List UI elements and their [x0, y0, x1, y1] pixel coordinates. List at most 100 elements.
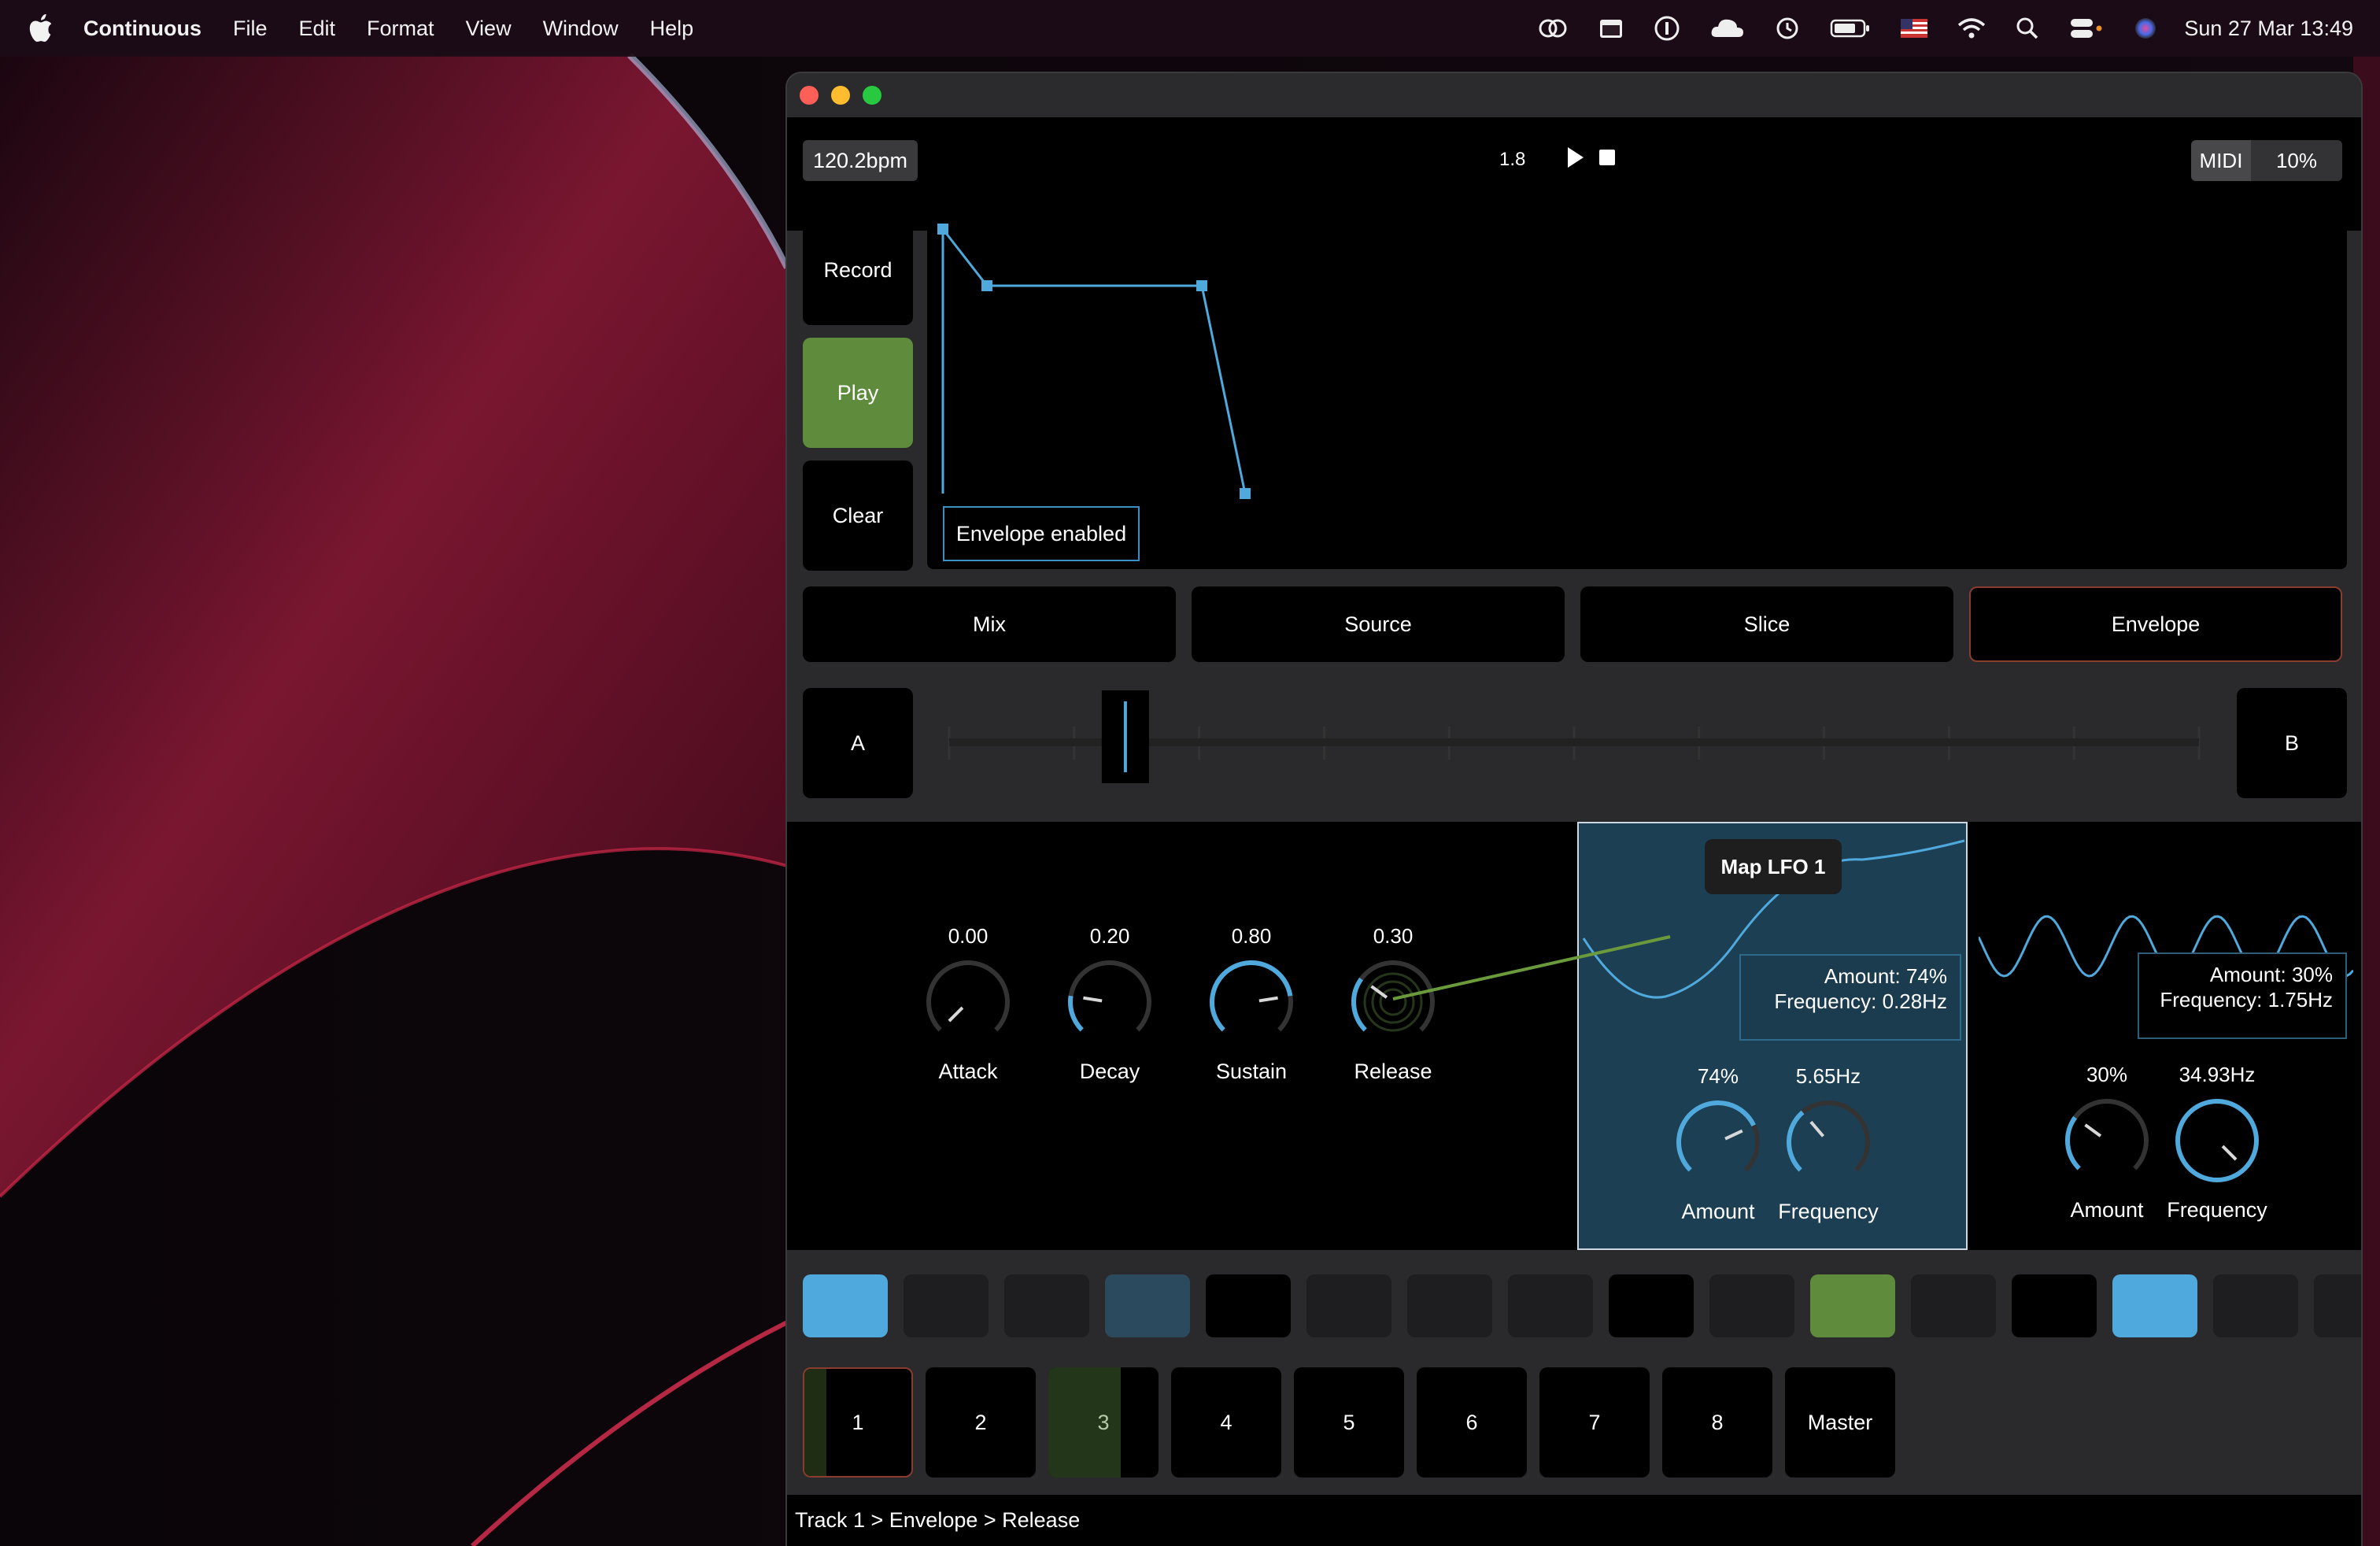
wifi-icon[interactable] — [1957, 17, 1986, 39]
menu-app-name[interactable]: Continuous — [83, 17, 201, 41]
knob-pointer — [2221, 1145, 2238, 1161]
decay-knob[interactable]: 0.20 Decay — [1059, 924, 1161, 1084]
zoom-window-button[interactable] — [863, 86, 881, 105]
lfo-1-amount-dial[interactable] — [1667, 1091, 1769, 1193]
lfo-2-readout: Amount: 30% Frequency: 1.75Hz — [2138, 952, 2347, 1039]
release-dial[interactable] — [1342, 951, 1444, 1053]
tab-mix[interactable]: Mix — [803, 586, 1176, 662]
close-window-button[interactable] — [800, 86, 819, 105]
attack-value: 0.00 — [948, 924, 989, 948]
envelope-status-toggle[interactable]: Envelope enabled — [943, 506, 1140, 561]
menu-format[interactable]: Format — [367, 17, 434, 41]
envelope-editor[interactable]: Envelope enabled — [927, 215, 2347, 569]
time-machine-icon[interactable] — [1775, 16, 1800, 41]
menu-edit[interactable]: Edit — [298, 17, 335, 41]
lfo-1-frequency-dial[interactable] — [1777, 1091, 1879, 1193]
track-2-button[interactable]: 2 — [926, 1367, 1036, 1478]
sustain-dial[interactable] — [1200, 951, 1303, 1053]
stop-icon[interactable] — [1599, 150, 1615, 165]
step-pad-12[interactable] — [1911, 1274, 1996, 1337]
lfo-2-frequency-dial[interactable] — [2166, 1089, 2268, 1192]
track-7-button[interactable]: 7 — [1539, 1367, 1650, 1478]
master-track-button[interactable]: Master — [1785, 1367, 1895, 1478]
attack-knob[interactable]: 0.00 Attack — [917, 924, 1019, 1084]
envelope-node-decay[interactable] — [981, 280, 992, 291]
knob-pointer — [2084, 1123, 2102, 1137]
track-8-button[interactable]: 8 — [1662, 1367, 1772, 1478]
step-pad-14[interactable] — [2112, 1274, 2197, 1337]
step-pad-16[interactable] — [2314, 1274, 2361, 1337]
cloud-icon[interactable] — [1710, 17, 1745, 40]
track-1-button[interactable]: 1 — [803, 1367, 913, 1478]
sustain-knob[interactable]: 0.80 Sustain — [1200, 924, 1303, 1084]
attack-dial[interactable] — [917, 951, 1019, 1053]
calendar-icon[interactable] — [1598, 17, 1624, 39]
lfo-2-frequency-knob[interactable]: 34.93Hz Frequency — [2166, 1063, 2268, 1222]
lfo-2-frequency-readout: Frequency: 1.75Hz — [2160, 988, 2333, 1012]
step-pad-3[interactable] — [1004, 1274, 1089, 1337]
menu-clock[interactable]: Sun 27 Mar 13:49 — [2184, 17, 2353, 41]
step-pad-15[interactable] — [2213, 1274, 2298, 1337]
step-pad-2[interactable] — [904, 1274, 989, 1337]
apple-icon[interactable] — [28, 14, 54, 43]
track-7-label: 7 — [1588, 1410, 1601, 1434]
track-1-label: 1 — [852, 1410, 864, 1434]
menu-view[interactable]: View — [466, 17, 512, 41]
envelope-node-release[interactable] — [1240, 488, 1251, 499]
decay-value: 0.20 — [1089, 924, 1130, 948]
crossfader-handle[interactable] — [1101, 690, 1149, 783]
lfo-1-frequency-knob[interactable]: 5.65Hz Frequency — [1777, 1064, 1879, 1224]
info-icon[interactable] — [1654, 15, 1680, 42]
minimize-window-button[interactable] — [831, 86, 850, 105]
envelope-curve — [941, 228, 1247, 494]
release-knob[interactable]: 0.30 Release — [1342, 924, 1444, 1084]
flag-icon[interactable] — [1901, 19, 1928, 38]
envelope-node-attack[interactable] — [937, 224, 948, 235]
lfo-2-amount-knob[interactable]: 30% Amount — [2056, 1063, 2158, 1222]
menu-file[interactable]: File — [233, 17, 268, 41]
knob-pointer — [1083, 996, 1103, 1003]
record-button[interactable]: Record — [803, 215, 913, 325]
step-pad-9[interactable] — [1609, 1274, 1694, 1337]
lfo-2-amount-dial[interactable] — [2056, 1089, 2158, 1192]
clear-button[interactable]: Clear — [803, 460, 913, 571]
crossfader-slider[interactable] — [929, 687, 2219, 797]
step-pad-1[interactable] — [803, 1274, 888, 1337]
step-pad-6[interactable] — [1306, 1274, 1391, 1337]
tab-slice[interactable]: Slice — [1580, 586, 1953, 662]
menu-help[interactable]: Help — [650, 17, 694, 41]
control-center-icon[interactable] — [2069, 17, 2104, 40]
siri-icon[interactable] — [2134, 17, 2157, 40]
step-pad-13[interactable] — [2012, 1274, 2097, 1337]
tempo-display[interactable]: 120.2bpm — [803, 140, 918, 181]
decay-dial[interactable] — [1059, 951, 1161, 1053]
midi-button[interactable]: MIDI — [2191, 140, 2251, 181]
envelope-graph[interactable] — [927, 215, 2347, 569]
creative-cloud-icon[interactable] — [1537, 17, 1569, 39]
track-5-button[interactable]: 5 — [1294, 1367, 1404, 1478]
crossfade-b-button[interactable]: B — [2237, 688, 2347, 798]
lfo-1-panel[interactable]: Map LFO 1 Amount: 74% Frequency: 0.28Hz … — [1577, 822, 1968, 1250]
search-icon[interactable] — [2016, 17, 2039, 40]
crossfade-a-button[interactable]: A — [803, 688, 913, 798]
map-lfo-1-button[interactable]: Map LFO 1 — [1705, 839, 1842, 894]
track-6-button[interactable]: 6 — [1417, 1367, 1527, 1478]
step-pad-4[interactable] — [1105, 1274, 1190, 1337]
step-pad-5[interactable] — [1206, 1274, 1291, 1337]
step-pad-10[interactable] — [1709, 1274, 1794, 1337]
battery-icon[interactable] — [1830, 18, 1871, 39]
tab-source[interactable]: Source — [1192, 586, 1565, 662]
lfo-1-amount-knob[interactable]: 74% Amount — [1667, 1064, 1769, 1224]
tab-envelope[interactable]: Envelope — [1969, 586, 2342, 662]
track-4-button[interactable]: 4 — [1171, 1367, 1281, 1478]
menu-window[interactable]: Window — [543, 17, 619, 41]
track-3-button[interactable]: 3 — [1048, 1367, 1159, 1478]
transport-toolbar: 120.2bpm 1.8 MIDI 10% — [787, 117, 2361, 231]
step-pad-8[interactable] — [1508, 1274, 1593, 1337]
step-pad-11[interactable] — [1810, 1274, 1895, 1337]
lfo-2-frequency-value: 34.93Hz — [2179, 1063, 2256, 1086]
play-icon[interactable] — [1566, 146, 1585, 169]
envelope-node-sustain[interactable] — [1196, 280, 1207, 291]
play-button[interactable]: Play — [803, 338, 913, 448]
step-pad-7[interactable] — [1407, 1274, 1492, 1337]
